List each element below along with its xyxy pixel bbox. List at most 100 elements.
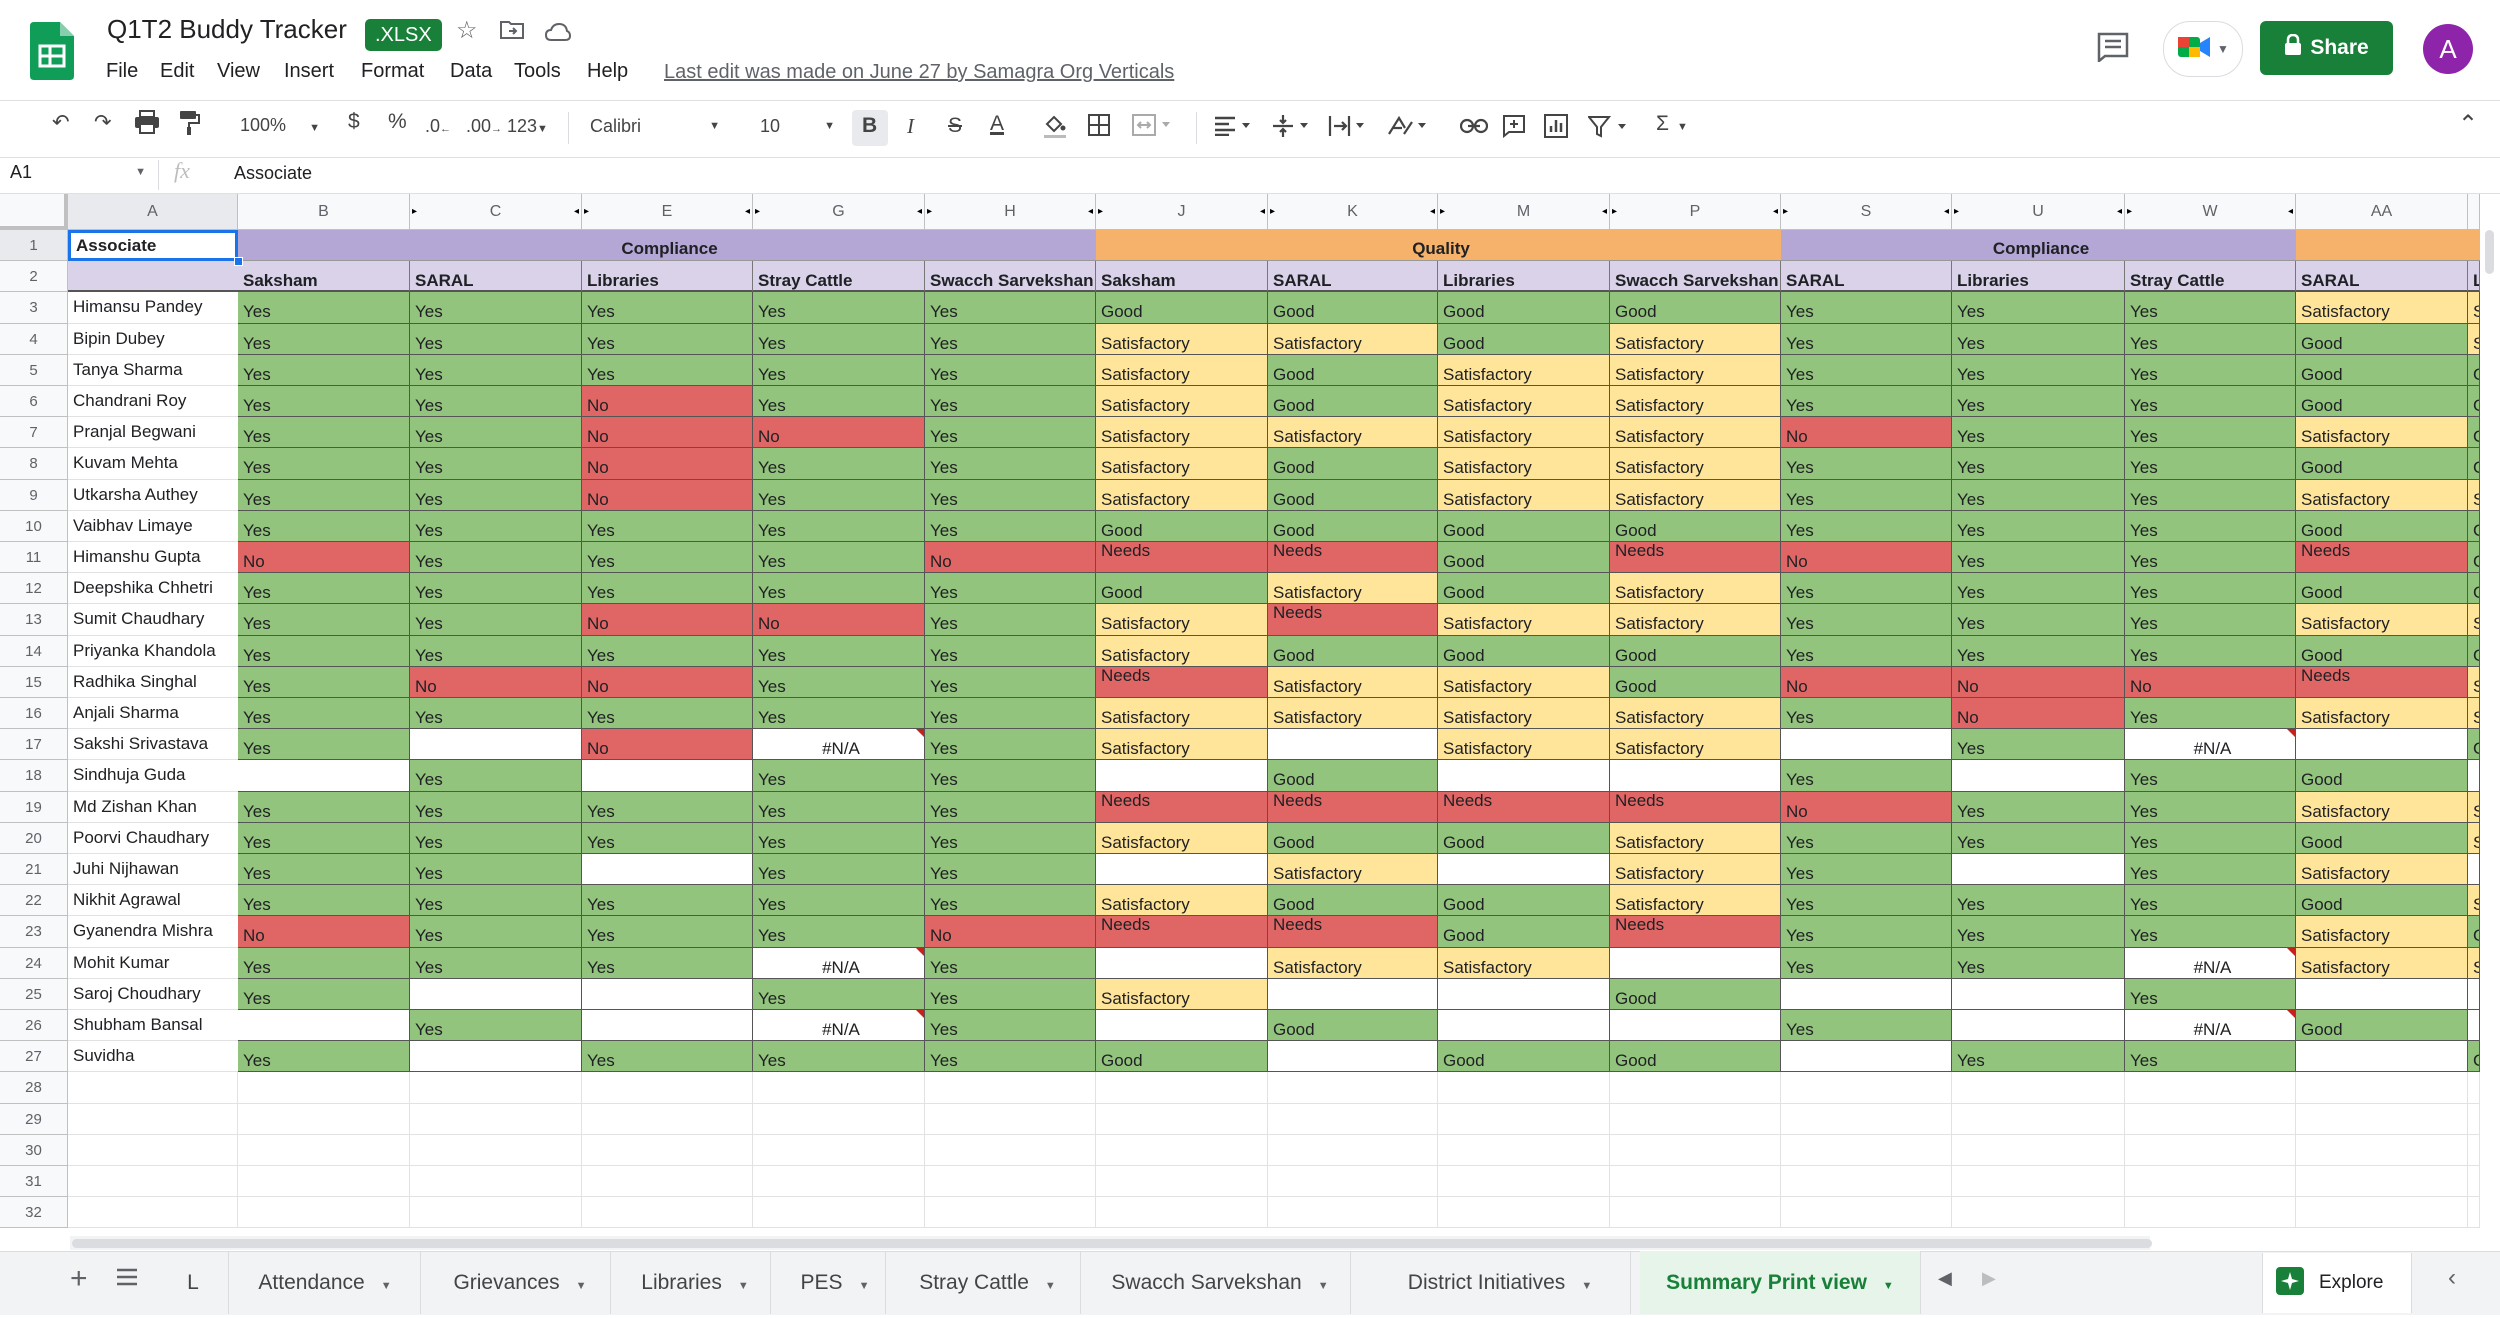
empty-cell[interactable] bbox=[1096, 1103, 1268, 1135]
data-cell[interactable]: Yes bbox=[2125, 1041, 2296, 1073]
name-box[interactable]: A1 ▼ bbox=[10, 162, 146, 188]
data-cell[interactable]: Yes bbox=[925, 854, 1096, 886]
empty-cell[interactable] bbox=[1610, 1072, 1781, 1104]
currency-format-button[interactable]: $ bbox=[348, 110, 360, 134]
data-cell[interactable]: Yes bbox=[1952, 448, 2125, 480]
horizontal-scrollbar-thumb[interactable] bbox=[72, 1239, 2152, 1248]
chevron-down-icon[interactable]: ▼ bbox=[738, 1280, 749, 1292]
empty-cell[interactable] bbox=[1610, 1166, 1781, 1198]
data-cell[interactable]: Yes bbox=[753, 760, 925, 792]
sheet-tab[interactable]: Swacch Sarvekshan ▼ bbox=[1090, 1251, 1351, 1314]
column-header[interactable]: E ▸ ◂ bbox=[582, 194, 753, 230]
column-header[interactable]: J ▸ ◂ bbox=[1096, 194, 1268, 230]
data-cell[interactable]: Yes bbox=[753, 448, 925, 480]
data-cell[interactable]: Yes bbox=[753, 885, 925, 917]
data-cell[interactable]: Yes bbox=[925, 635, 1096, 667]
column-header[interactable]: AA bbox=[2296, 194, 2468, 230]
data-cell[interactable]: Yes bbox=[753, 666, 925, 698]
data-cell[interactable]: Sa bbox=[2468, 947, 2480, 979]
data-cell[interactable]: Good bbox=[1610, 1041, 1781, 1073]
data-cell[interactable]: Needs bbox=[1610, 916, 1781, 948]
data-cell[interactable]: Good bbox=[1610, 510, 1781, 542]
document-title[interactable]: Q1T2 Buddy Tracker bbox=[107, 14, 347, 45]
data-cell[interactable]: No bbox=[753, 604, 925, 636]
data-cell[interactable]: Yes bbox=[2125, 916, 2296, 948]
data-cell[interactable]: Yes bbox=[2125, 604, 2296, 636]
empty-cell[interactable] bbox=[1096, 1134, 1268, 1166]
hidden-columns-marker-icon[interactable]: ▸ bbox=[1783, 194, 1788, 230]
empty-cell[interactable] bbox=[1268, 1134, 1438, 1166]
data-cell[interactable]: Yes bbox=[582, 542, 753, 574]
empty-cell[interactable] bbox=[2125, 1197, 2296, 1229]
data-cell[interactable]: #N/A bbox=[753, 1010, 925, 1042]
column-subheader[interactable]: Stray Cattle bbox=[753, 261, 925, 293]
data-cell[interactable]: Good bbox=[2296, 448, 2468, 480]
empty-cell[interactable] bbox=[410, 1103, 582, 1135]
data-cell[interactable]: Yes bbox=[1781, 947, 1952, 979]
data-cell[interactable]: Yes bbox=[582, 323, 753, 355]
data-cell[interactable]: Satisfactory bbox=[1610, 354, 1781, 386]
data-cell[interactable]: Good bbox=[1096, 573, 1268, 605]
data-cell[interactable]: Good bbox=[1268, 479, 1438, 511]
data-cell[interactable]: Satisfactory bbox=[2296, 947, 2468, 979]
data-cell[interactable]: Yes bbox=[2125, 978, 2296, 1010]
data-cell[interactable]: Good bbox=[2296, 885, 2468, 917]
data-cell[interactable]: Satisfactory bbox=[1438, 417, 1610, 449]
data-cell[interactable]: Good bbox=[1610, 666, 1781, 698]
chevron-down-icon[interactable]: ▼ bbox=[576, 1280, 587, 1292]
empty-cell[interactable] bbox=[1096, 1166, 1268, 1198]
data-cell[interactable]: #N/A bbox=[2125, 947, 2296, 979]
row-header[interactable]: 31 bbox=[0, 1166, 68, 1198]
data-cell[interactable]: Good bbox=[2296, 635, 2468, 667]
row-header[interactable]: 5 bbox=[0, 354, 68, 386]
empty-cell[interactable] bbox=[2125, 1166, 2296, 1198]
data-cell[interactable]: Yes bbox=[238, 417, 410, 449]
data-cell[interactable] bbox=[2296, 729, 2468, 761]
data-cell[interactable]: Yes bbox=[2125, 822, 2296, 854]
data-cell[interactable]: Sa bbox=[2468, 604, 2480, 636]
hidden-columns-marker-icon[interactable]: ◂ bbox=[917, 194, 922, 230]
data-cell[interactable]: Good bbox=[2296, 354, 2468, 386]
data-cell[interactable]: Yes bbox=[238, 604, 410, 636]
empty-cell[interactable] bbox=[2296, 1072, 2468, 1104]
chevron-down-icon[interactable]: ▼ bbox=[1883, 1280, 1894, 1292]
data-cell[interactable]: Yes bbox=[753, 854, 925, 886]
scroll-tabs-left-icon[interactable]: ◀ bbox=[1938, 1268, 1952, 1289]
sheet-tab[interactable]: L bbox=[158, 1251, 229, 1314]
data-cell[interactable]: Yes bbox=[2125, 292, 2296, 324]
data-cell[interactable]: No bbox=[2125, 666, 2296, 698]
data-cell[interactable]: Good bbox=[1438, 1041, 1610, 1073]
data-cell[interactable]: Needs bbox=[1268, 542, 1438, 574]
data-cell[interactable]: Satisfactory bbox=[1438, 947, 1610, 979]
data-cell[interactable]: Satisfactory bbox=[1096, 978, 1268, 1010]
empty-cell[interactable] bbox=[68, 1134, 238, 1166]
data-cell[interactable]: G bbox=[2468, 386, 2480, 418]
data-cell[interactable]: Good bbox=[2296, 1010, 2468, 1042]
data-cell[interactable]: Yes bbox=[2125, 386, 2296, 418]
empty-cell[interactable] bbox=[2125, 1103, 2296, 1135]
data-cell[interactable]: Satisfactory bbox=[1096, 323, 1268, 355]
column-subheader[interactable]: Libraries bbox=[1438, 261, 1610, 293]
all-sheets-icon[interactable] bbox=[116, 1268, 138, 1291]
data-cell[interactable]: Yes bbox=[2125, 323, 2296, 355]
data-cell[interactable]: Yes bbox=[238, 292, 410, 324]
data-cell[interactable] bbox=[1268, 729, 1438, 761]
row-header[interactable]: 23 bbox=[0, 916, 68, 948]
hidden-columns-marker-icon[interactable]: ▸ bbox=[2127, 194, 2132, 230]
explore-button[interactable]: Explore bbox=[2262, 1253, 2412, 1313]
empty-cell[interactable] bbox=[753, 1072, 925, 1104]
hidden-columns-marker-icon[interactable]: ◂ bbox=[1430, 194, 1435, 230]
data-cell[interactable]: Satisfactory bbox=[1610, 448, 1781, 480]
row-header[interactable]: 22 bbox=[0, 885, 68, 917]
hidden-columns-marker-icon[interactable]: ▸ bbox=[927, 194, 932, 230]
column-header[interactable]: M ▸ ◂ bbox=[1438, 194, 1610, 230]
data-cell[interactable]: Yes bbox=[238, 698, 410, 730]
data-cell[interactable] bbox=[2468, 1010, 2480, 1042]
data-cell[interactable]: Good bbox=[2296, 822, 2468, 854]
data-cell[interactable]: Yes bbox=[238, 323, 410, 355]
data-cell[interactable]: Yes bbox=[238, 386, 410, 418]
row-header[interactable]: 24 bbox=[0, 947, 68, 979]
data-cell[interactable]: Satisfactory bbox=[1268, 573, 1438, 605]
associate-name[interactable]: Saroj Choudhary bbox=[68, 979, 238, 1010]
data-cell[interactable]: Yes bbox=[753, 1041, 925, 1073]
